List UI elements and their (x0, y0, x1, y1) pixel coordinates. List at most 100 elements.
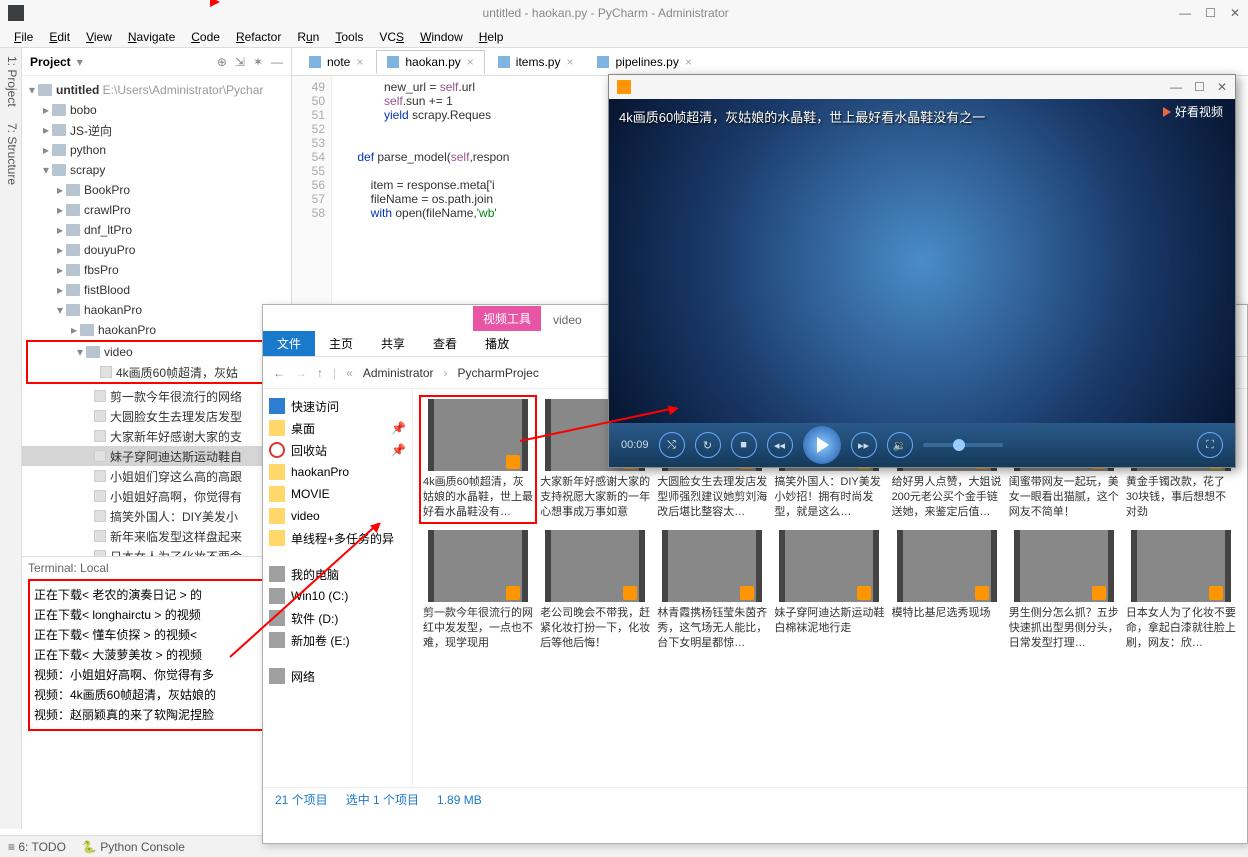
tree-row[interactable]: ▸BookPro (22, 180, 291, 200)
editor-tab[interactable]: pipelines.py× (586, 50, 702, 74)
close-tab-icon[interactable]: × (685, 55, 692, 69)
tree-row[interactable]: ▾untitled E:\Users\Administrator\Pychar (22, 80, 291, 100)
prev-button[interactable]: ◂◂ (767, 432, 793, 458)
menu-help[interactable]: Help (473, 28, 510, 46)
next-button[interactable]: ▸▸ (851, 432, 877, 458)
close-tab-icon[interactable]: × (566, 55, 573, 69)
tree-row[interactable]: 搞笑外国人：DIY美发小 (22, 506, 291, 526)
editor-tab[interactable]: items.py× (487, 50, 585, 74)
menu-window[interactable]: Window (414, 28, 469, 46)
video-caption: 4k画质60帧超清，灰姑娘的水晶鞋，世上最好看水晶鞋没有… (423, 475, 533, 520)
video-item[interactable]: 林青霞携杨钰莹朱茵齐秀，这气场无人能比，台下女明星都惊… (657, 530, 767, 651)
tree-row[interactable]: 大圆脸女生去理发店发型 (22, 406, 291, 426)
tree-row[interactable]: 4k画质60帧超清，灰姑 (28, 362, 285, 382)
ribbon-file[interactable]: 文件 (263, 331, 315, 356)
tree-row[interactable]: ▸douyuPro (22, 240, 291, 260)
nav-item[interactable]: 网络 (269, 665, 406, 687)
explorer-nav[interactable]: 快速访问桌面📌回收站📌haokanProMOVIEvideo单线程+多任务的异我… (263, 389, 413, 787)
tree-row[interactable]: ▸python (22, 140, 291, 160)
explorer-context-tab[interactable]: 视频工具 (473, 306, 541, 331)
terminal-output[interactable]: 正在下载< 老农的演奏日记 > 的正在下载< longhairctu > 的视频… (28, 579, 286, 731)
nav-item[interactable]: haokanPro (269, 461, 406, 483)
python-console-tab[interactable]: 🐍 Python Console (82, 840, 185, 854)
menu-view[interactable]: View (80, 28, 118, 46)
player-minimize-button[interactable]: — (1170, 80, 1182, 94)
menu-file[interactable]: File (8, 28, 39, 46)
collapse-icon[interactable]: ⇲ (235, 55, 245, 69)
video-item[interactable]: 剪一款今年很流行的网红中发发型，一点也不难，现学现用 (423, 530, 533, 651)
tree-row[interactable]: 新年来临发型这样盘起来 (22, 526, 291, 546)
fullscreen-button[interactable]: ⛶ (1197, 432, 1223, 458)
tree-row[interactable]: ▸fbsPro (22, 260, 291, 280)
nav-item[interactable]: 回收站📌 (269, 439, 406, 461)
nav-item[interactable]: 单线程+多任务的异 (269, 527, 406, 549)
nav-item[interactable]: 新加卷 (E:) (269, 629, 406, 651)
nav-item[interactable]: video (269, 505, 406, 527)
tree-row[interactable]: ▸JS-逆向 (22, 120, 291, 140)
video-item[interactable]: 妹子穿阿迪达斯运动鞋白棉袜泥地行走 (774, 530, 884, 651)
video-caption: 给好男人点赞，大姐说200元老公买个金手链送她，来鉴定后值… (892, 475, 1002, 520)
stop-button[interactable]: ■ (731, 432, 757, 458)
video-item[interactable]: 4k画质60帧超清，灰姑娘的水晶鞋，世上最好看水晶鞋没有… (423, 399, 533, 520)
play-button[interactable] (803, 426, 841, 464)
video-item[interactable]: 模特比基尼选秀现场 (892, 530, 1002, 651)
video-item[interactable]: 老公司晚会不带我，赶紧化妆打扮一下，化妆后等他后悔！ (540, 530, 650, 651)
ribbon-view[interactable]: 查看 (419, 331, 471, 356)
locate-icon[interactable]: ⊕ (217, 55, 227, 69)
video-item[interactable]: 日本女人为了化妆不要命，拿起白漆就往脸上刷，网友：欣… (1126, 530, 1236, 651)
tree-row[interactable]: ▸fistBlood (22, 280, 291, 300)
nav-item[interactable]: 软件 (D:) (269, 607, 406, 629)
tree-row[interactable]: 妹子穿阿迪达斯运动鞋自 (22, 446, 291, 466)
ribbon-home[interactable]: 主页 (315, 331, 367, 356)
nav-item[interactable]: 桌面📌 (269, 417, 406, 439)
tree-row[interactable]: ▸crawlPro (22, 200, 291, 220)
volume-slider[interactable] (923, 443, 1003, 447)
tab-project[interactable]: 1: Project (2, 56, 19, 107)
tree-row[interactable]: 剪一款今年很流行的网络 (22, 386, 291, 406)
ribbon-share[interactable]: 共享 (367, 331, 419, 356)
menu-run[interactable]: Run (291, 28, 325, 46)
settings-icon[interactable]: ✶ (253, 55, 263, 69)
tree-row[interactable]: 大家新年好感谢大家的支 (22, 426, 291, 446)
shuffle-button[interactable]: ⤭ (659, 432, 685, 458)
nav-fwd-icon[interactable]: → (295, 366, 307, 380)
menu-vcs[interactable]: VCS (373, 28, 410, 46)
nav-item[interactable]: MOVIE (269, 483, 406, 505)
menu-tools[interactable]: Tools (329, 28, 369, 46)
close-tab-icon[interactable]: × (467, 55, 474, 69)
tab-structure[interactable]: 7: Structure (2, 123, 19, 185)
nav-item[interactable]: 我的电脑 (269, 563, 406, 585)
todo-tab[interactable]: ≡ 6: TODO (8, 840, 66, 854)
video-item[interactable]: 男生侧分怎么抓？五步快速抓出型男侧分头，日常发型打理… (1009, 530, 1119, 651)
tree-row[interactable]: ▾video (28, 342, 285, 362)
nav-back-icon[interactable]: ← (273, 366, 285, 380)
hide-icon[interactable]: — (271, 55, 283, 69)
maximize-button[interactable]: ☐ (1205, 6, 1216, 20)
crumb-2[interactable]: PycharmProjec (458, 366, 539, 380)
tree-row[interactable]: ▾scrapy (22, 160, 291, 180)
close-tab-icon[interactable]: × (356, 55, 363, 69)
close-button[interactable]: ✕ (1230, 6, 1240, 20)
repeat-button[interactable]: ↻ (695, 432, 721, 458)
editor-tab[interactable]: haokan.py× (376, 50, 484, 74)
volume-icon[interactable]: 🔉 (887, 432, 913, 458)
nav-item[interactable]: 快速访问 (269, 395, 406, 417)
menu-navigate[interactable]: Navigate (122, 28, 181, 46)
tree-row[interactable]: 小姐姐好高啊，你觉得有 (22, 486, 291, 506)
nav-up-icon[interactable]: ↑ (317, 366, 323, 380)
menu-code[interactable]: Code (185, 28, 226, 46)
crumb-1[interactable]: Administrator (363, 366, 434, 380)
player-maximize-button[interactable]: ☐ (1194, 80, 1205, 94)
tree-row[interactable]: ▸haokanPro (22, 320, 291, 340)
tree-row[interactable]: ▸bobo (22, 100, 291, 120)
tree-row[interactable]: 小姐姐们穿这么高的高跟 (22, 466, 291, 486)
ribbon-play[interactable]: 播放 (471, 331, 523, 356)
menu-edit[interactable]: Edit (43, 28, 76, 46)
tree-row[interactable]: ▾haokanPro (22, 300, 291, 320)
minimize-button[interactable]: — (1179, 6, 1191, 20)
tree-row[interactable]: ▸dnf_ltPro (22, 220, 291, 240)
menu-refactor[interactable]: Refactor (230, 28, 287, 46)
video-frame[interactable] (609, 99, 1235, 423)
editor-tab[interactable]: note× (298, 50, 374, 74)
player-close-button[interactable]: ✕ (1217, 80, 1227, 94)
